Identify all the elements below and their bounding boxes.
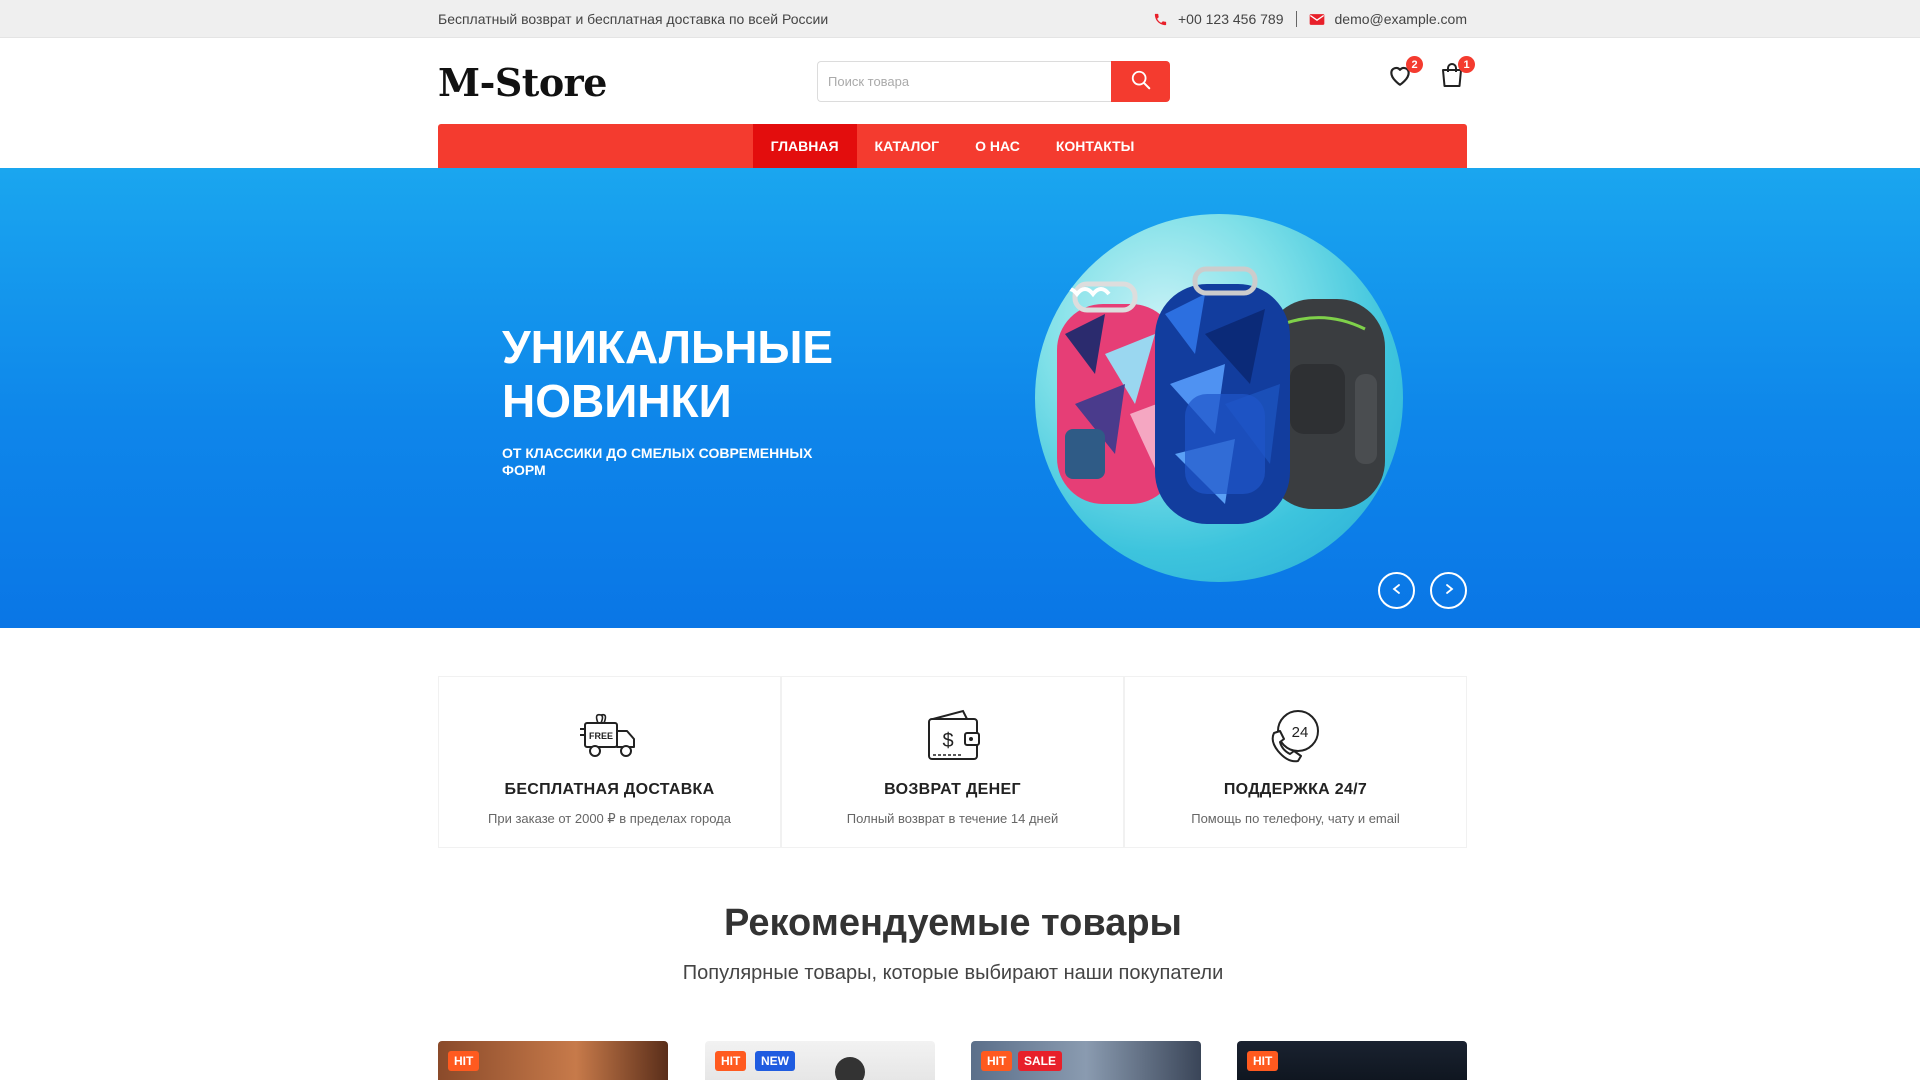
promo-text: Бесплатный возврат и бесплатная доставка…	[438, 11, 829, 27]
new-tag: NEW	[755, 1051, 795, 1071]
hit-tag: HIT	[448, 1051, 480, 1071]
feature-title: ВОЗВРАТ ДЕНЕГ	[884, 781, 1021, 798]
hit-tag: HIT	[1247, 1051, 1279, 1071]
product-card[interactable]: HIT SALE	[971, 1041, 1201, 1080]
phone-icon	[1152, 11, 1168, 27]
nav-item-home[interactable]: ГЛАВНАЯ	[752, 124, 857, 168]
hero-image	[1035, 214, 1403, 582]
logo[interactable]: M-Store	[438, 60, 607, 105]
featured-subtitle: Популярные товары, которые выбирают наши…	[682, 962, 1224, 984]
mail-icon	[1309, 11, 1325, 27]
feature-money-back: $ ВОЗВРАТ ДЕНЕГ Полный возврат в течение…	[781, 676, 1124, 848]
nav-item-about[interactable]: О НАС	[957, 124, 1038, 168]
features: FREE БЕСПЛАТНАЯ ДОСТАВКА При заказе от 2…	[438, 676, 1467, 848]
nav-item-contacts[interactable]: КОНТАКТЫ	[1038, 124, 1152, 168]
header-actions: 2 1	[1385, 56, 1475, 92]
featured-title: Рекомендуемые товары	[723, 902, 1183, 944]
hit-tag: HIT	[981, 1051, 1013, 1071]
hero-slider: УНИКАЛЬНЫЕ НОВИНКИ ОТ КЛАССИКИ ДО СМЕЛЫХ…	[0, 168, 1920, 628]
svg-text:24: 24	[1291, 724, 1308, 741]
product-image	[835, 1057, 865, 1080]
support-24-phone-icon: 24	[1266, 707, 1326, 763]
slider-next-button[interactable]	[1430, 572, 1467, 609]
hero-title-line2: НОВИНКИ	[502, 375, 732, 427]
nav-item-catalog[interactable]: КАТАЛОГ	[857, 124, 958, 168]
search-button[interactable]	[1111, 61, 1170, 102]
feature-desc: Полный возврат в течение 14 дней	[846, 811, 1059, 826]
svg-text:FREE: FREE	[588, 731, 612, 741]
divider	[1295, 11, 1297, 27]
cart-count-badge: 1	[1458, 56, 1475, 73]
feature-desc: Помощь по телефону, чату и email	[1191, 811, 1400, 826]
contacts: +00 123 456 789 demo@example.com	[1152, 11, 1467, 27]
free-delivery-truck-icon: FREE	[579, 707, 640, 763]
feature-desc: При заказе от 2000 ₽ в пределах города	[488, 811, 731, 826]
product-grid: HIT HIT NEW HIT SALE HIT	[438, 1041, 1467, 1080]
wishlist-button[interactable]: 2	[1385, 56, 1423, 92]
sale-tag: SALE	[1018, 1051, 1063, 1071]
feature-free-delivery: FREE БЕСПЛАТНАЯ ДОСТАВКА При заказе от 2…	[438, 676, 781, 848]
cart-button[interactable]: 1	[1437, 56, 1475, 92]
chevron-right-icon	[1443, 582, 1455, 600]
product-card[interactable]: HIT	[1237, 1041, 1467, 1080]
wishlist-count-badge: 2	[1406, 56, 1423, 73]
hit-tag: HIT	[715, 1051, 747, 1071]
feature-support: 24 ПОДДЕРЖКА 24/7 Помощь по телефону, ча…	[1124, 676, 1467, 848]
product-card[interactable]: HIT NEW	[705, 1041, 935, 1080]
feature-title: ПОДДЕРЖКА 24/7	[1223, 781, 1368, 798]
feature-title: БЕСПЛАТНАЯ ДОСТАВКА	[504, 781, 715, 798]
search-icon	[1130, 69, 1152, 94]
search-bar	[817, 61, 1170, 102]
top-bar: Бесплатный возврат и бесплатная доставка…	[0, 0, 1920, 38]
hero-subtitle: ОТ КЛАССИКИ ДО СМЕЛЫХ СОВРЕМЕННЫХ ФОРМ	[502, 445, 813, 478]
chevron-left-icon	[1391, 582, 1403, 600]
email-link[interactable]: demo@example.com	[1335, 11, 1468, 27]
money-back-wallet-icon: $	[923, 707, 983, 763]
search-input[interactable]	[817, 61, 1111, 102]
header: M-Store 2 1	[438, 52, 1475, 112]
phone-link[interactable]: +00 123 456 789	[1178, 11, 1284, 27]
hero-title-line1: УНИКАЛЬНЫЕ	[502, 321, 834, 373]
slider-prev-button[interactable]	[1378, 572, 1415, 609]
main-nav: ГЛАВНАЯ КАТАЛОГ О НАС КОНТАКТЫ	[438, 124, 1467, 168]
product-card[interactable]: HIT	[438, 1041, 668, 1080]
svg-text:$: $	[942, 730, 953, 752]
hero-title: УНИКАЛЬНЫЕ НОВИНКИ	[502, 320, 902, 428]
